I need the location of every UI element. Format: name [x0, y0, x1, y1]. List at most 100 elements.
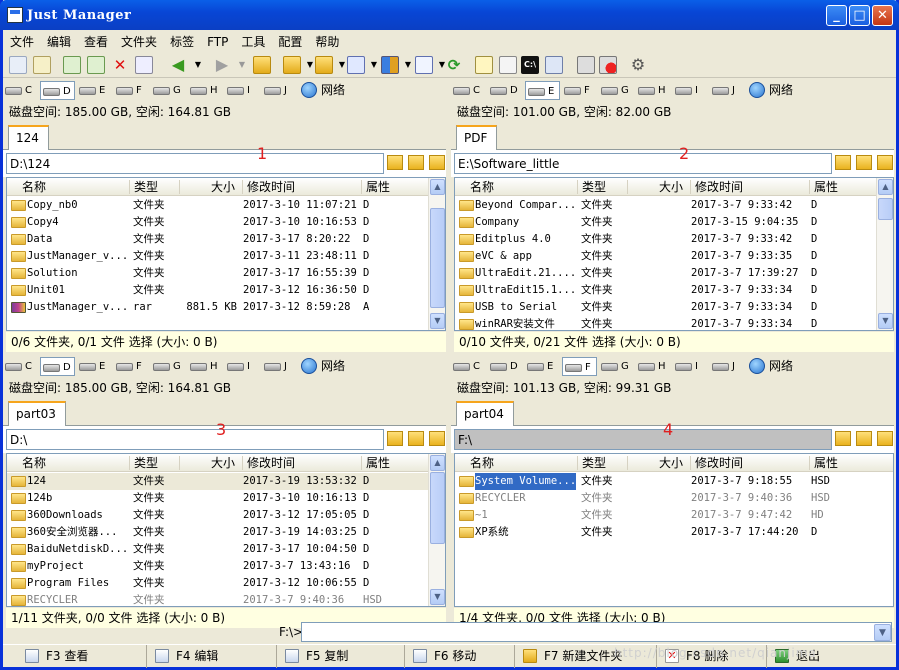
folder-up-icon[interactable]	[387, 155, 403, 170]
col-attr[interactable]: 属性	[809, 180, 838, 194]
file-list[interactable]: 名称 类型 大小 修改时间 属性 Copy_nb0 文件夹 2017-3-10 11…	[6, 177, 446, 331]
menu-tools[interactable]: 工具	[234, 30, 271, 50]
table-row[interactable]: Beyond Compar... 文件夹 2017-3-7 9:33:42 D	[455, 197, 877, 214]
search-icon[interactable]	[475, 56, 493, 74]
table-row[interactable]: RECYCLER 文件夹 2017-3-7 9:40:36 HSD	[455, 490, 877, 507]
drive-f-button[interactable]: F	[562, 81, 590, 100]
table-row[interactable]: winRAR安装文件 文件夹 2017-3-7 9:33:34 D	[455, 316, 877, 330]
folder-up-icon[interactable]	[387, 431, 403, 446]
tab-part04[interactable]: part04	[456, 401, 514, 427]
table-row[interactable]: Company 文件夹 2017-3-15 9:04:35 D	[455, 214, 877, 231]
table-row[interactable]: 124b 文件夹 2017-3-10 10:16:13 D	[7, 490, 429, 507]
drive-d-button[interactable]: D	[488, 81, 518, 100]
gear-icon[interactable]: ⚙	[629, 56, 647, 74]
menu-help[interactable]: 帮助	[308, 30, 345, 50]
drive-h-button[interactable]: H	[636, 81, 666, 100]
drive-g-button[interactable]: G	[151, 357, 181, 376]
folder-root-icon[interactable]	[408, 155, 424, 170]
folder-up-icon[interactable]	[835, 155, 851, 170]
col-mtime[interactable]: 修改时间	[690, 180, 743, 194]
table-row[interactable]: BaiduNetdiskD... 文件夹 2017-3-17 10:04:50 D	[7, 541, 429, 558]
edit-file-icon[interactable]	[33, 56, 51, 74]
col-mtime[interactable]: 修改时间	[242, 456, 295, 470]
forward-arrow-icon[interactable]: ▶	[213, 56, 231, 74]
drive-e-button[interactable]: E	[77, 357, 105, 376]
drive-g-button[interactable]: G	[151, 81, 181, 100]
menu-file[interactable]: 文件	[3, 30, 40, 50]
folder-root-icon[interactable]	[856, 155, 872, 170]
chevron-down-icon[interactable]: ▼	[233, 56, 251, 74]
table-row[interactable]: ~1 文件夹 2017-3-7 9:47:42 HD	[455, 507, 877, 524]
drive-g-button[interactable]: G	[599, 357, 629, 376]
cmd-input[interactable]: ▼	[301, 622, 892, 642]
table-row[interactable]: System Volume... 文件夹 2017-3-7 9:18:55 HSD	[455, 473, 877, 490]
drive-d-button[interactable]: D	[488, 357, 518, 376]
table-row[interactable]: 360安全浏览器... 文件夹 2017-3-19 14:03:25 D	[7, 524, 429, 541]
drive-c-button[interactable]: C	[3, 81, 32, 100]
tab-pdf[interactable]: PDF	[456, 125, 498, 151]
parent-folder-icon[interactable]	[253, 56, 271, 74]
compare-icon[interactable]	[499, 56, 517, 74]
network-button[interactable]: 网络	[747, 357, 793, 376]
folder-favorite-icon[interactable]	[877, 155, 893, 170]
table-row[interactable]: Copy_nb0 文件夹 2017-3-10 11:07:21 D	[7, 197, 429, 214]
back-arrow-icon[interactable]: ◀	[169, 56, 187, 74]
copy-file-icon[interactable]	[87, 56, 105, 74]
table-row[interactable]: JustManager_v... 文件夹 2017-3-11 23:48:11 D	[7, 248, 429, 265]
path-input[interactable]: D:\	[6, 429, 384, 450]
menu-view[interactable]: 查看	[77, 30, 114, 50]
drive-h-button[interactable]: H	[188, 357, 218, 376]
file-list[interactable]: 名称 类型 大小 修改时间 属性 Beyond Compar... 文件夹 2017…	[454, 177, 894, 331]
col-type[interactable]: 类型	[577, 456, 606, 470]
menu-edit[interactable]: 编辑	[40, 30, 77, 50]
col-size[interactable]: 大小	[627, 180, 687, 194]
drive-f-button[interactable]: F	[114, 357, 142, 376]
table-row[interactable]: UltraEdit15.1... 文件夹 2017-3-7 9:33:34 D	[455, 282, 877, 299]
drive-j-button[interactable]: J	[710, 81, 735, 100]
folder-root-icon[interactable]	[408, 431, 424, 446]
col-name[interactable]: 名称	[455, 180, 494, 194]
folder-favorite-icon[interactable]	[429, 431, 445, 446]
folder-menu-icon[interactable]	[283, 56, 301, 74]
col-name[interactable]: 名称	[7, 180, 46, 194]
table-row[interactable]: Unit01 文件夹 2017-3-12 16:36:50 D	[7, 282, 429, 299]
vertical-scrollbar[interactable]: ▲ ▼	[428, 454, 445, 606]
drive-d-button[interactable]: D	[40, 81, 75, 100]
drive-j-button[interactable]: J	[710, 357, 735, 376]
menu-ftp[interactable]: FTP	[200, 32, 234, 49]
table-row[interactable]: RECYCLER 文件夹 2017-3-7 9:40:36 HSD	[7, 592, 429, 606]
drive-f-button[interactable]: F	[562, 357, 597, 376]
minimize-button[interactable]: _	[826, 5, 847, 26]
drive-c-button[interactable]: C	[451, 81, 480, 100]
network-button[interactable]: 网络	[747, 81, 793, 100]
drive-i-button[interactable]: I	[673, 357, 698, 376]
table-row[interactable]: myProject 文件夹 2017-3-7 13:43:16 D	[7, 558, 429, 575]
col-type[interactable]: 类型	[129, 456, 158, 470]
col-size[interactable]: 大小	[179, 456, 239, 470]
disconnect-drive-icon[interactable]	[599, 56, 617, 74]
view-mode-icon[interactable]	[415, 56, 433, 74]
drive-f-button[interactable]: F	[114, 81, 142, 100]
file-list[interactable]: 名称 类型 大小 修改时间 属性 System Volume... 文件夹 2017…	[454, 453, 894, 607]
drive-e-button[interactable]: E	[525, 81, 560, 100]
folder-up-icon[interactable]	[835, 431, 851, 446]
drive-c-button[interactable]: C	[3, 357, 32, 376]
file-list[interactable]: 名称 类型 大小 修改时间 属性 124 文件夹 2017-3-19 13:53:3…	[6, 453, 446, 607]
path-input[interactable]: F:\	[454, 429, 832, 450]
close-button[interactable]: ✕	[872, 5, 893, 26]
f4-edit-button[interactable]: F4 编辑	[147, 645, 277, 668]
table-row[interactable]: USB to Serial 文件夹 2017-3-7 9:33:34 D	[455, 299, 877, 316]
drive-h-button[interactable]: H	[636, 357, 666, 376]
drive-j-button[interactable]: J	[262, 357, 287, 376]
connect-drive-icon[interactable]	[577, 56, 595, 74]
drive-j-button[interactable]: J	[262, 81, 287, 100]
folder-root-icon[interactable]	[856, 431, 872, 446]
drive-c-button[interactable]: C	[451, 357, 480, 376]
drive-e-button[interactable]: E	[525, 357, 553, 376]
edit-tools-icon[interactable]	[347, 56, 365, 74]
tab-part03[interactable]: part03	[8, 401, 66, 427]
col-mtime[interactable]: 修改时间	[690, 456, 743, 470]
drive-g-button[interactable]: G	[599, 81, 629, 100]
menu-tabs[interactable]: 标签	[163, 30, 200, 50]
table-row[interactable]: 360Downloads 文件夹 2017-3-12 17:05:05 D	[7, 507, 429, 524]
